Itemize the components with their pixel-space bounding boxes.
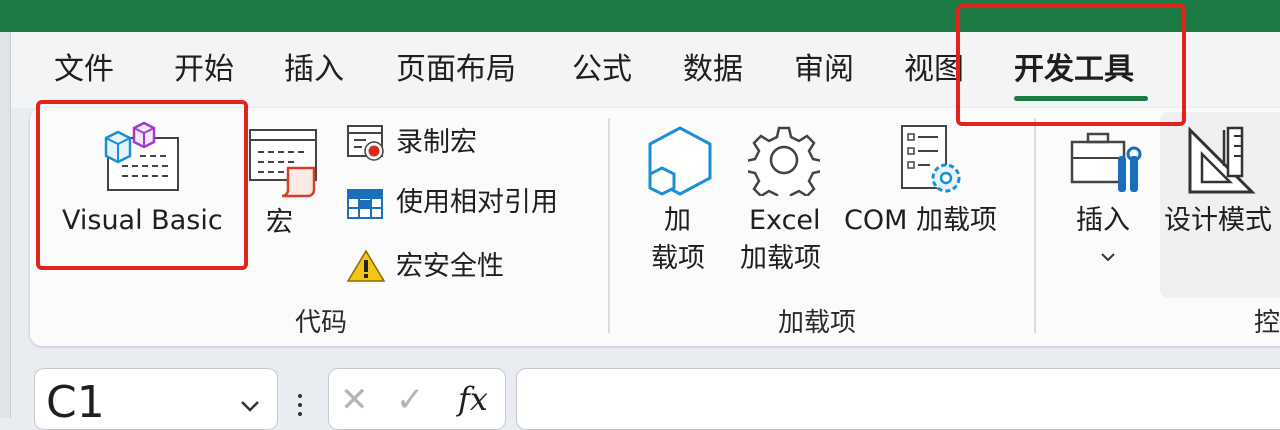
tab-review[interactable]: 审阅: [794, 50, 854, 90]
tab-insert[interactable]: 插入: [284, 50, 344, 90]
macro-security-button[interactable]: 宏安全性: [396, 248, 504, 286]
tab-formulas[interactable]: 公式: [572, 50, 632, 90]
use-relative-references-button[interactable]: 使用相对引用: [396, 184, 558, 222]
excel-addins-button[interactable]: Excel: [749, 202, 821, 240]
addins-icon: [648, 126, 712, 196]
com-addins-button[interactable]: COM 加载项: [844, 202, 997, 240]
addins-group-label: 加载项: [778, 308, 857, 338]
group-separator: [1034, 118, 1036, 333]
window-left-edge: [0, 32, 11, 418]
warning-icon: [346, 249, 386, 282]
record-macro-icon: [347, 125, 384, 161]
code-group-label: 代码: [295, 308, 348, 338]
group-separator: [608, 118, 610, 333]
more-options-icon[interactable]: [296, 394, 304, 418]
tab-home[interactable]: 开始: [174, 50, 234, 90]
excel-addins-button-line2: 加载项: [740, 243, 821, 274]
developer-tab-highlight-box: [956, 4, 1186, 126]
insert-function-icon[interactable]: fx: [458, 380, 488, 418]
relative-reference-icon: [347, 189, 383, 219]
tab-file[interactable]: 文件: [54, 50, 114, 90]
toolbox-icon: [1070, 132, 1142, 192]
macros-button[interactable]: 宏: [266, 204, 293, 242]
enter-icon[interactable]: ✓: [396, 380, 425, 420]
visual-basic-highlight-box: [36, 100, 248, 270]
formula-input[interactable]: [516, 368, 1280, 430]
name-box-value: C1: [46, 377, 105, 428]
controls-group-label: 控: [1254, 308, 1280, 338]
design-mode-button[interactable]: 设计模式: [1164, 202, 1272, 240]
tab-page-layout[interactable]: 页面布局: [396, 50, 516, 90]
tab-data[interactable]: 数据: [683, 50, 743, 90]
chevron-down-icon[interactable]: [1100, 252, 1116, 262]
name-box-dropdown-icon[interactable]: [238, 398, 262, 414]
com-addins-icon: [901, 125, 961, 193]
record-macro-button[interactable]: 录制宏: [396, 124, 477, 162]
tab-view[interactable]: 视图: [904, 50, 964, 90]
macros-icon: [249, 129, 317, 198]
design-mode-icon: [1188, 126, 1256, 194]
gear-icon: [748, 126, 820, 196]
addins-button[interactable]: 加: [664, 202, 691, 240]
insert-control-button[interactable]: 插入: [1076, 202, 1130, 240]
addins-button-line2: 载项: [651, 243, 705, 274]
cancel-icon[interactable]: ✕: [340, 380, 369, 420]
